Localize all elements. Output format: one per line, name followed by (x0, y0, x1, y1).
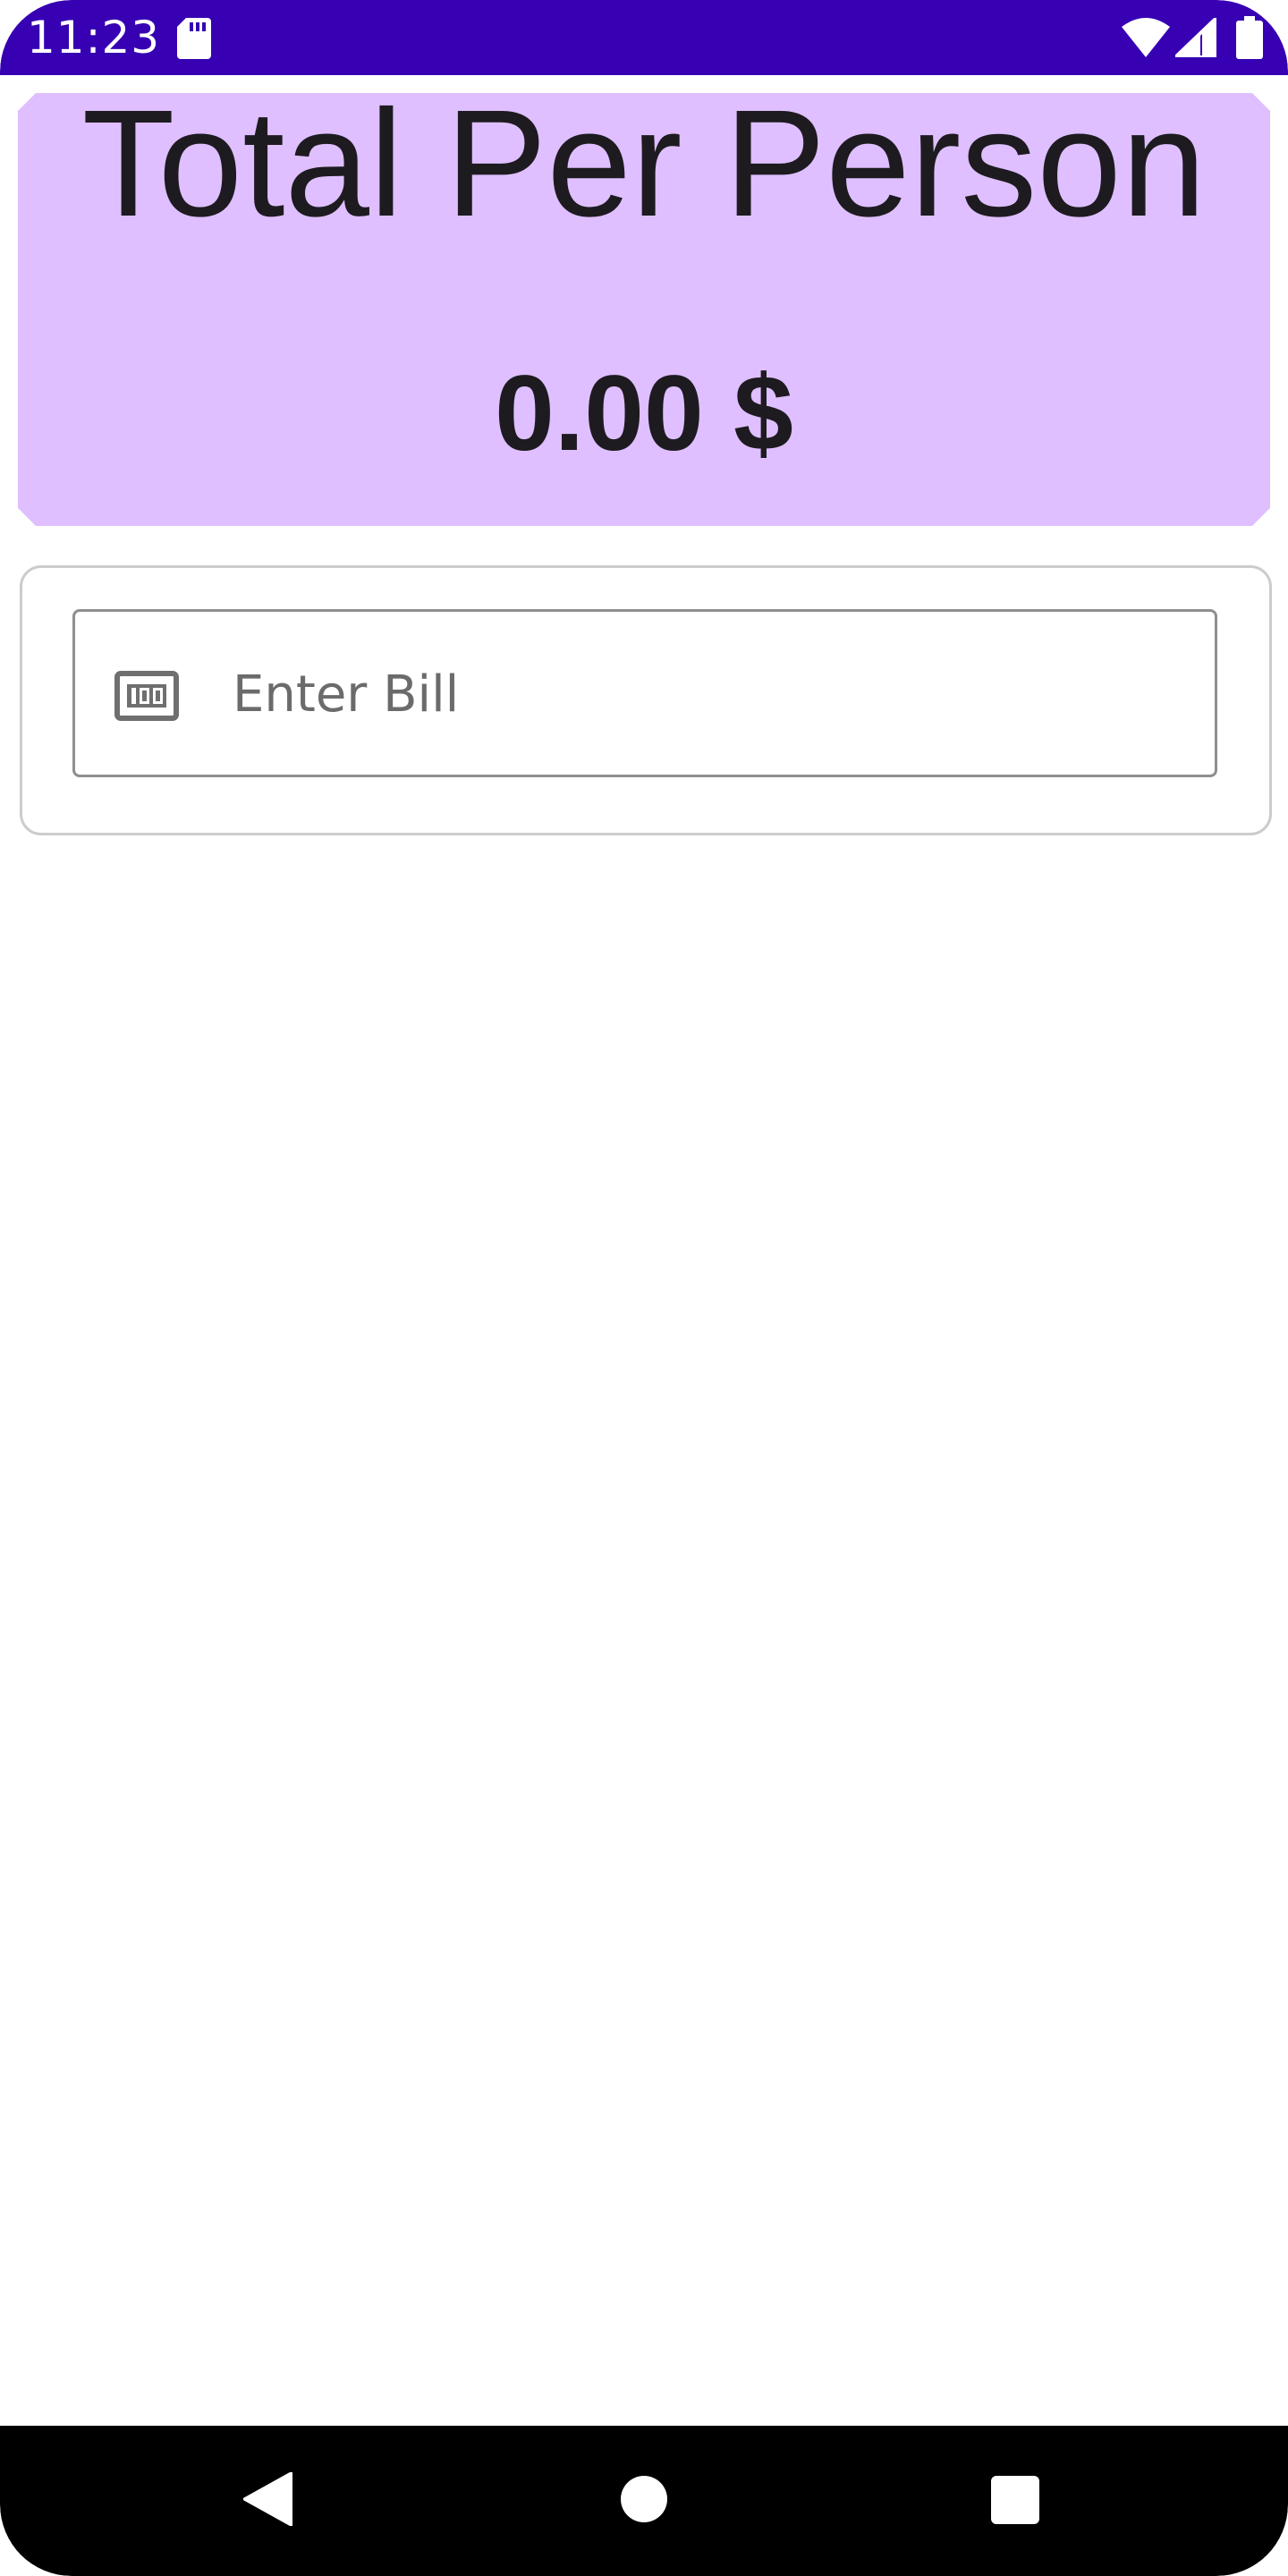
home-icon[interactable] (621, 2476, 667, 2522)
recents-icon[interactable] (991, 2476, 1039, 2524)
wifi-icon (1122, 18, 1170, 57)
enter-bill-placeholder[interactable]: Enter Bill (233, 664, 459, 726)
status-time: 11:23 (27, 12, 161, 64)
money-icon (114, 671, 179, 721)
status-bar: 11:23 (0, 0, 1288, 75)
bill-form-card: Enter Bill (20, 565, 1272, 835)
battery-icon (1236, 16, 1263, 59)
sd-card-icon (177, 18, 211, 59)
total-per-person-amount: 0.00 $ (495, 353, 793, 473)
back-icon[interactable] (243, 2472, 293, 2526)
total-per-person-title: Total Per Person (81, 79, 1207, 249)
signal-icon (1175, 18, 1216, 57)
app-screen: 11:23 Total Per Person 0.00 $ Enter Bill (0, 0, 1288, 2576)
enter-bill-field[interactable]: Enter Bill (72, 609, 1217, 777)
navigation-bar (0, 2426, 1288, 2576)
